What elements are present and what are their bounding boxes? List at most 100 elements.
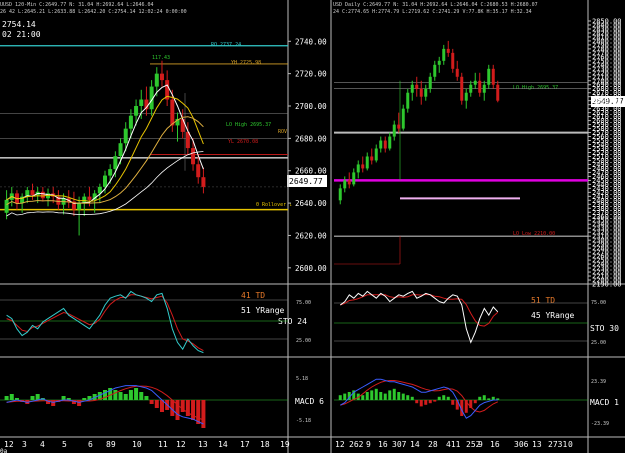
left-y-tick-label: 2720.00: [295, 70, 327, 79]
right-macd-bar: [388, 390, 392, 400]
right-macd-bar: [442, 395, 446, 400]
left-macd-bot: -5.18: [296, 418, 311, 424]
left-macd-bar: [35, 394, 40, 400]
right-macd-bar: [419, 400, 423, 407]
right-macd-top: 23.39: [591, 379, 606, 385]
left-candle-body: [139, 99, 144, 106]
right-macd-bar: [433, 400, 437, 402]
right-candle-body: [401, 108, 405, 129]
right-macd-bar: [370, 390, 374, 400]
right-candle-body: [496, 84, 500, 101]
right-macd-bar: [487, 398, 491, 400]
right-macd-bar: [338, 395, 342, 400]
left-annot-yl: YL 2670.08: [228, 139, 258, 145]
left-x-tick-label: 19: [280, 440, 290, 449]
left-annot-yh: YH 2725.98: [231, 60, 261, 66]
left-stoch-25: 25.00: [296, 338, 311, 344]
left-candle-body: [30, 190, 35, 195]
left-current-price: 2649.77: [289, 177, 323, 186]
right-candle-body: [374, 148, 378, 161]
left-candle-body: [123, 128, 128, 144]
left-macd-bar: [144, 396, 149, 400]
right-annot-lohigh: LO High 2695.37: [513, 85, 558, 91]
left-candle-body: [87, 196, 92, 200]
left-candle-body: [77, 203, 82, 210]
right-x-tick-label: 2731: [548, 440, 567, 449]
left-x-tick-label: 3: [22, 440, 27, 449]
left-candle-body: [180, 118, 185, 132]
right-macd-label: MACD 1: [590, 398, 619, 407]
right-macd-bar: [424, 400, 428, 405]
right-stoch-75: 75.00: [591, 300, 606, 306]
left-x-tick-label: 18: [260, 440, 270, 449]
left-candle-body: [118, 143, 123, 157]
left-x-tick-label: 12: [176, 440, 186, 449]
left-macd-bar: [9, 394, 14, 400]
right-macd-bar: [397, 392, 401, 400]
right-candle-body: [464, 92, 468, 101]
left-macd-bar: [134, 388, 139, 400]
background: [0, 0, 625, 453]
left-macd-bar: [30, 396, 35, 400]
left-y-tick-label: 2680.00: [295, 134, 327, 143]
right-candle-body: [410, 84, 414, 93]
left-candle-body: [170, 99, 175, 126]
right-candle-body: [437, 60, 441, 65]
right-macd-bar: [392, 388, 396, 400]
left-macd-bar: [103, 390, 107, 400]
right-candle-body: [406, 92, 410, 109]
left-x-tick-label: 11: [158, 440, 168, 449]
right-x-tick-label: 13: [532, 440, 542, 449]
left-macd-bar: [191, 400, 196, 420]
left-y-tick-label: 2660.00: [295, 167, 327, 176]
right-macd-bar: [406, 395, 410, 400]
right-candle-body: [428, 76, 432, 89]
right-macd-bar: [473, 400, 477, 404]
left-macd-bar: [82, 398, 87, 400]
right-stoch-label: STO 30: [590, 324, 619, 333]
right-candle-body: [356, 164, 360, 173]
right-macd-bar: [410, 396, 414, 400]
left-y-tick-label: 2700.00: [295, 102, 327, 111]
right-x-tick-label: 9: [478, 440, 483, 449]
right-stoch-25: 25.00: [591, 340, 606, 346]
right-candle-body: [473, 80, 477, 85]
left-macd-bar: [61, 396, 66, 400]
left-annot-rov: ROV: [278, 129, 287, 135]
left-macd-label: MACD 6: [295, 397, 324, 406]
right-candle-body: [352, 172, 356, 185]
right-x-tick-label: 28: [428, 440, 438, 449]
left-macd-bar: [118, 392, 123, 400]
left-x-tick-label: 89: [106, 440, 116, 449]
left-x-tick-label: 17: [240, 440, 250, 449]
left-candle-body: [134, 106, 139, 116]
right-candle-body: [460, 76, 464, 101]
left-x-tick-label: 13: [198, 440, 208, 449]
left-candle-body: [191, 148, 196, 165]
left-x-tick-label: 6: [88, 440, 93, 449]
right-macd-bar: [379, 392, 383, 400]
right-macd-bar: [374, 388, 378, 400]
left-macd-bar: [149, 400, 154, 404]
right-header: USD Daily C:2649.77 N: 31.04 H:2692.64 L…: [333, 2, 538, 8]
right-macd-bar: [383, 393, 387, 400]
left-header: UUSD 120-Min C:2649.77 N: 31.04 H:2692.6…: [0, 2, 154, 8]
left-candle-body: [103, 175, 107, 187]
right-header-2: 24 C:2774.65 H:2774.79 L:2719.62 C:2741.…: [333, 9, 532, 15]
right-candle-body: [446, 48, 450, 53]
left-candle-body: [154, 73, 159, 87]
right-macd-bar: [401, 393, 405, 400]
right-x-tick-label: 9: [366, 440, 371, 449]
right-candle-body: [415, 84, 419, 89]
right-stoch-yrange: 45 YRange: [531, 311, 575, 320]
right-candle-body: [469, 84, 473, 93]
right-candle-body: [347, 180, 351, 185]
right-candle-body: [379, 140, 383, 149]
right-candle-body: [370, 156, 374, 161]
right-candle-body: [361, 164, 365, 169]
right-y-tick-label: 2190.00: [592, 281, 622, 289]
right-candle-body: [388, 136, 392, 149]
right-candle-body: [383, 140, 387, 149]
left-macd-bar: [4, 396, 9, 400]
left-candle-body: [108, 169, 113, 176]
